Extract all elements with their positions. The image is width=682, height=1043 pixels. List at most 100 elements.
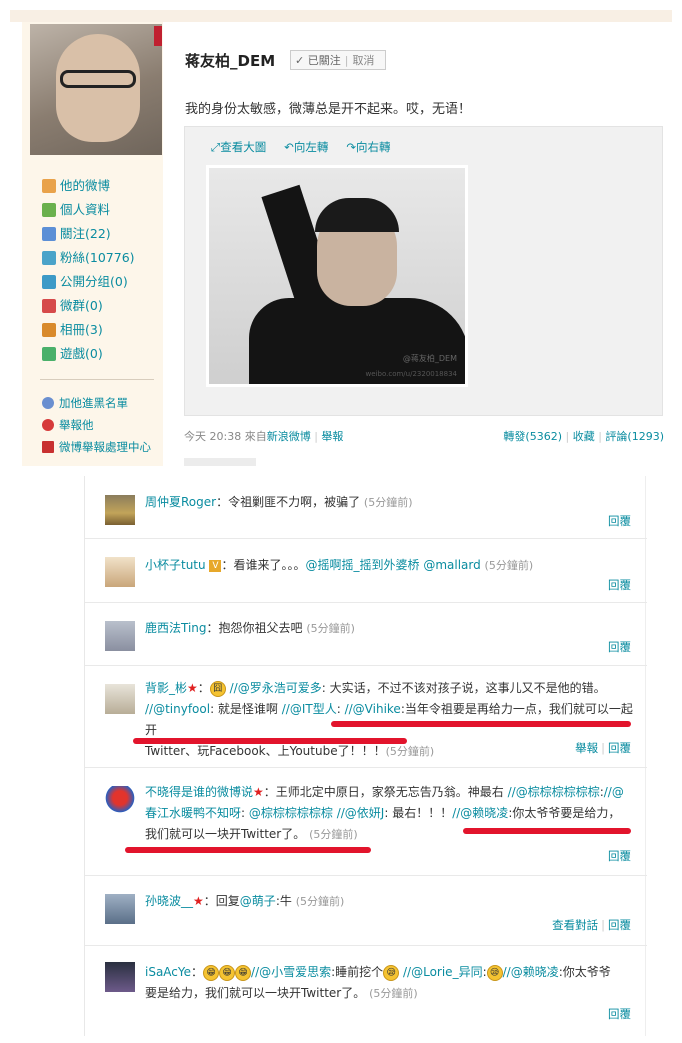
commenter-name[interactable]: 不晓得是谁的微博说 <box>145 785 253 799</box>
comment-body: 小杯子tutu V ：看谁来了。。。@摇啊摇_摇到外婆桥 @mallard (5分… <box>145 555 637 576</box>
commenter-avatar[interactable] <box>105 495 135 525</box>
mention-link[interactable]: @棕棕棕棕棕棕 <box>249 806 333 820</box>
nav-follow[interactable]: 關注(22) <box>42 222 135 246</box>
commenter-avatar[interactable] <box>105 621 135 651</box>
nav-microgroup[interactable]: 微群(0) <box>42 294 135 318</box>
comment-time: (5分鐘前) <box>363 496 413 509</box>
nav-label[interactable]: 相冊(3) <box>60 318 103 342</box>
rotate-right-link[interactable]: ↷向右轉 <box>346 139 390 155</box>
report-center-action[interactable]: 微博舉報處理中心 <box>42 436 151 458</box>
from-label: 來自 <box>244 430 267 443</box>
commenter-name[interactable]: 孙晓波__ <box>145 894 193 908</box>
nav-label[interactable]: 個人資料 <box>60 198 110 222</box>
mention-link[interactable]: //@tinyfool <box>145 702 210 716</box>
separator: | <box>598 430 602 443</box>
post-source-link[interactable]: 新浪微博 <box>267 430 311 443</box>
mention-link[interactable]: //@棕棕棕棕棕棕 <box>508 785 600 799</box>
reply-link[interactable]: 回覆 <box>608 1007 631 1021</box>
nav-label[interactable]: 遊戲(0) <box>60 342 103 366</box>
comment-text: :你太爷爷要是给力， <box>508 806 621 820</box>
view-dialog-link[interactable]: 查看對話 <box>552 918 598 932</box>
reply-link[interactable]: 回覆 <box>608 514 631 528</box>
post-time: 今天 20:38 <box>184 430 242 443</box>
reply-link[interactable]: 回覆 <box>608 578 631 592</box>
mention-link[interactable]: //@依妍J <box>337 806 385 820</box>
comment-text: :你太爷爷 <box>558 965 611 979</box>
mention-link[interactable]: //@小雪爱思索 <box>251 965 331 979</box>
reply-link[interactable]: 回覆 <box>608 640 631 654</box>
commenter-avatar[interactable] <box>105 962 135 992</box>
reply-link[interactable]: 回覆 <box>608 741 631 755</box>
commenter-name[interactable]: 周仲夏Roger <box>145 495 216 509</box>
nav-weibo[interactable]: 他的微博 <box>42 174 135 198</box>
report-link[interactable]: 舉報 <box>575 741 598 755</box>
mention-link[interactable]: @mallard <box>423 558 480 572</box>
report-action[interactable]: 舉報他 <box>42 414 151 436</box>
mention-link[interactable]: //@赖晓凌 <box>452 806 508 820</box>
action-label[interactable]: 微博舉報處理中心 <box>59 436 151 458</box>
nav-fans[interactable]: 粉絲(10776) <box>42 246 135 270</box>
follow-status-button[interactable]: ✓ 已關注 | 取消 <box>290 50 386 70</box>
commenter-name[interactable]: 背影_彬 <box>145 681 187 695</box>
red-underline <box>125 847 371 853</box>
rotate-left-link[interactable]: ↶向左轉 <box>284 139 328 155</box>
separator: | <box>565 430 570 443</box>
commenter-avatar[interactable] <box>105 894 135 924</box>
mention-link[interactable]: //@Vihike <box>345 702 401 716</box>
commenter-name[interactable]: iSaAcYe <box>145 965 191 979</box>
nav-profile[interactable]: 個人資料 <box>42 198 135 222</box>
verified-badge-icon: V <box>209 559 222 572</box>
commenter-avatar[interactable] <box>105 684 135 714</box>
separator: | <box>601 741 605 755</box>
commenter-avatar[interactable] <box>105 557 135 587</box>
comment-text: Twitter、玩Facebook、上Youtube了！！！ <box>145 744 386 758</box>
watermark-handle: @蒋友柏_DEM <box>402 354 457 363</box>
reply-link[interactable]: 回覆 <box>608 849 631 863</box>
favorite-link[interactable]: 收藏 <box>573 430 595 443</box>
separator: | <box>314 430 318 443</box>
nav-label[interactable]: 他的微博 <box>60 174 110 198</box>
view-large-link[interactable]: ⤢查看大圖 <box>211 139 266 155</box>
commenter-name[interactable]: 鹿西法Ting <box>145 621 207 635</box>
mention-link[interactable]: //@罗永浩可爱多 <box>230 681 322 695</box>
home-icon <box>42 179 56 193</box>
comment-text: ： <box>191 965 204 979</box>
mention-link[interactable]: //@赖晓凌 <box>503 965 559 979</box>
nav-label[interactable]: 微群(0) <box>60 294 103 318</box>
profile-username: 蒋友柏_DEM <box>185 52 276 70</box>
mention-link[interactable]: @摇啊摇_摇到外婆桥 <box>305 558 419 572</box>
comment-time: (5分鐘前) <box>369 987 418 1000</box>
post-photo[interactable]: @蒋友柏_DEM weibo.com/u/2320018834 <box>206 165 468 387</box>
comment-body: 孙晓波__★：回复@萌子:牛 (5分鐘前) <box>145 891 637 912</box>
reply-link[interactable]: 回覆 <box>608 918 631 932</box>
blacklist-action[interactable]: 加他進黑名單 <box>42 392 151 414</box>
nav-groups[interactable]: 公開分组(0) <box>42 270 135 294</box>
post-report-link[interactable]: 舉報 <box>321 430 343 443</box>
sidebar-divider <box>40 379 154 380</box>
mention-link[interactable]: //@Lorie_异同 <box>403 965 483 979</box>
mention-link[interactable]: @萌子 <box>240 894 276 908</box>
mention-link[interactable]: 春江水暖鸭不知呀 <box>145 806 241 820</box>
unfollow-link[interactable]: 取消 <box>352 52 374 68</box>
nav-games[interactable]: 遊戲(0) <box>42 342 135 366</box>
repost-link[interactable]: 轉發(5362) <box>503 430 562 443</box>
comment-link[interactable]: 評論(1293) <box>605 430 664 443</box>
commenter-name[interactable]: 小杯子tutu <box>145 558 206 572</box>
nav-label[interactable]: 關注(22) <box>60 222 111 246</box>
profile-avatar[interactable] <box>30 24 162 155</box>
action-label[interactable]: 舉報他 <box>59 414 94 436</box>
comment-line: 不晓得是谁的微博说★：王师北定中原日，家祭无忘告乃翁。神最右 //@棕棕棕棕棕棕… <box>145 782 637 803</box>
comment-body: 鹿西法Ting：抱怨你祖父去吧 (5分鐘前) <box>145 618 637 639</box>
comment-ops: 回覆 <box>608 639 631 655</box>
mention-link[interactable]: //@IT型人 <box>282 702 337 716</box>
nav-album[interactable]: 相冊(3) <box>42 318 135 342</box>
action-label[interactable]: 加他進黑名單 <box>59 392 128 414</box>
separator: | <box>344 53 349 67</box>
comment-text: ：抱怨你祖父去吧 <box>206 621 303 635</box>
commenter-avatar[interactable] <box>105 786 135 816</box>
report-center-icon <box>42 441 54 453</box>
nav-label[interactable]: 粉絲(10776) <box>60 246 135 270</box>
nav-label[interactable]: 公開分组(0) <box>60 270 128 294</box>
comment-item: 周仲夏Roger：令祖剿匪不力啊，被骗了 (5分鐘前) 回覆 <box>85 476 647 539</box>
mention-link[interactable]: //@ <box>604 785 624 799</box>
